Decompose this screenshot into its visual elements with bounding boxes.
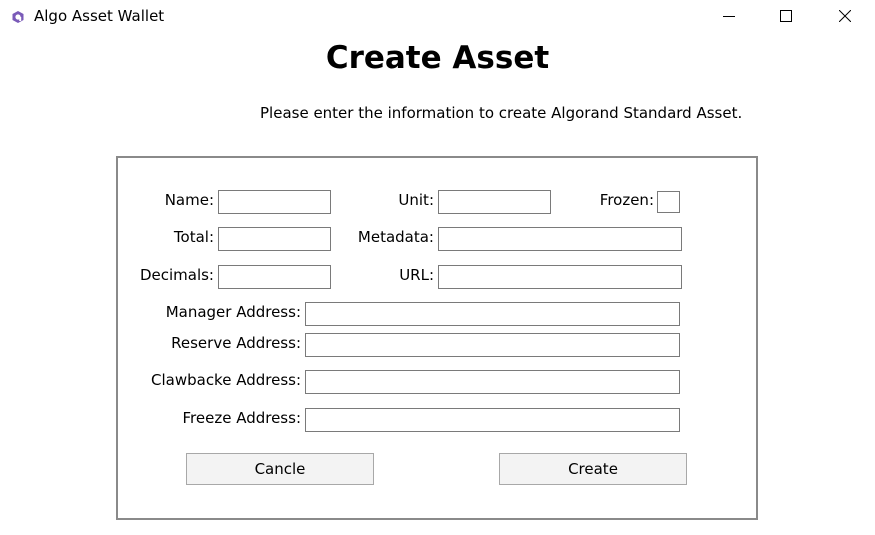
decimals-label: Decimals: — [139, 266, 214, 284]
cancel-button[interactable]: Cancle — [186, 453, 374, 485]
name-label: Name: — [164, 191, 214, 209]
freeze-address-field[interactable] — [305, 408, 680, 432]
clawback-address-field[interactable] — [305, 370, 680, 394]
minimize-button[interactable] — [706, 0, 752, 32]
url-label: URL: — [399, 266, 434, 284]
name-field[interactable] — [218, 190, 331, 214]
freeze-address-label: Freeze Address: — [182, 409, 302, 427]
window-title: Algo Asset Wallet — [34, 7, 165, 25]
url-field[interactable] — [438, 265, 682, 289]
algo-logo-icon — [11, 9, 25, 23]
clawback-address-label: Clawbacke Address: — [151, 371, 301, 389]
reserve-address-label: Reserve Address: — [171, 334, 301, 352]
create-asset-form: Name: Unit: Frozen: Total: Metadata: Dec… — [116, 156, 758, 520]
minimize-icon — [723, 10, 735, 22]
maximize-button[interactable] — [763, 0, 809, 32]
page-subtitle: Please enter the information to create A… — [260, 104, 743, 122]
reserve-address-field[interactable] — [305, 333, 680, 357]
unit-field[interactable] — [438, 190, 551, 214]
maximize-icon — [780, 10, 792, 22]
total-field[interactable] — [218, 227, 331, 251]
metadata-field[interactable] — [438, 227, 682, 251]
create-button[interactable]: Create — [499, 453, 687, 485]
title-bar: Algo Asset Wallet — [0, 0, 875, 32]
decimals-field[interactable] — [218, 265, 331, 289]
manager-address-field[interactable] — [305, 302, 680, 326]
metadata-label: Metadata: — [357, 228, 434, 246]
total-label: Total: — [173, 228, 214, 246]
frozen-label: Frozen: — [599, 191, 654, 209]
frozen-checkbox[interactable] — [657, 191, 680, 213]
manager-address-label: Manager Address: — [165, 303, 301, 321]
page-title: Create Asset — [325, 40, 550, 76]
close-button[interactable] — [822, 0, 868, 32]
unit-label: Unit: — [398, 191, 434, 209]
close-icon — [839, 10, 851, 22]
